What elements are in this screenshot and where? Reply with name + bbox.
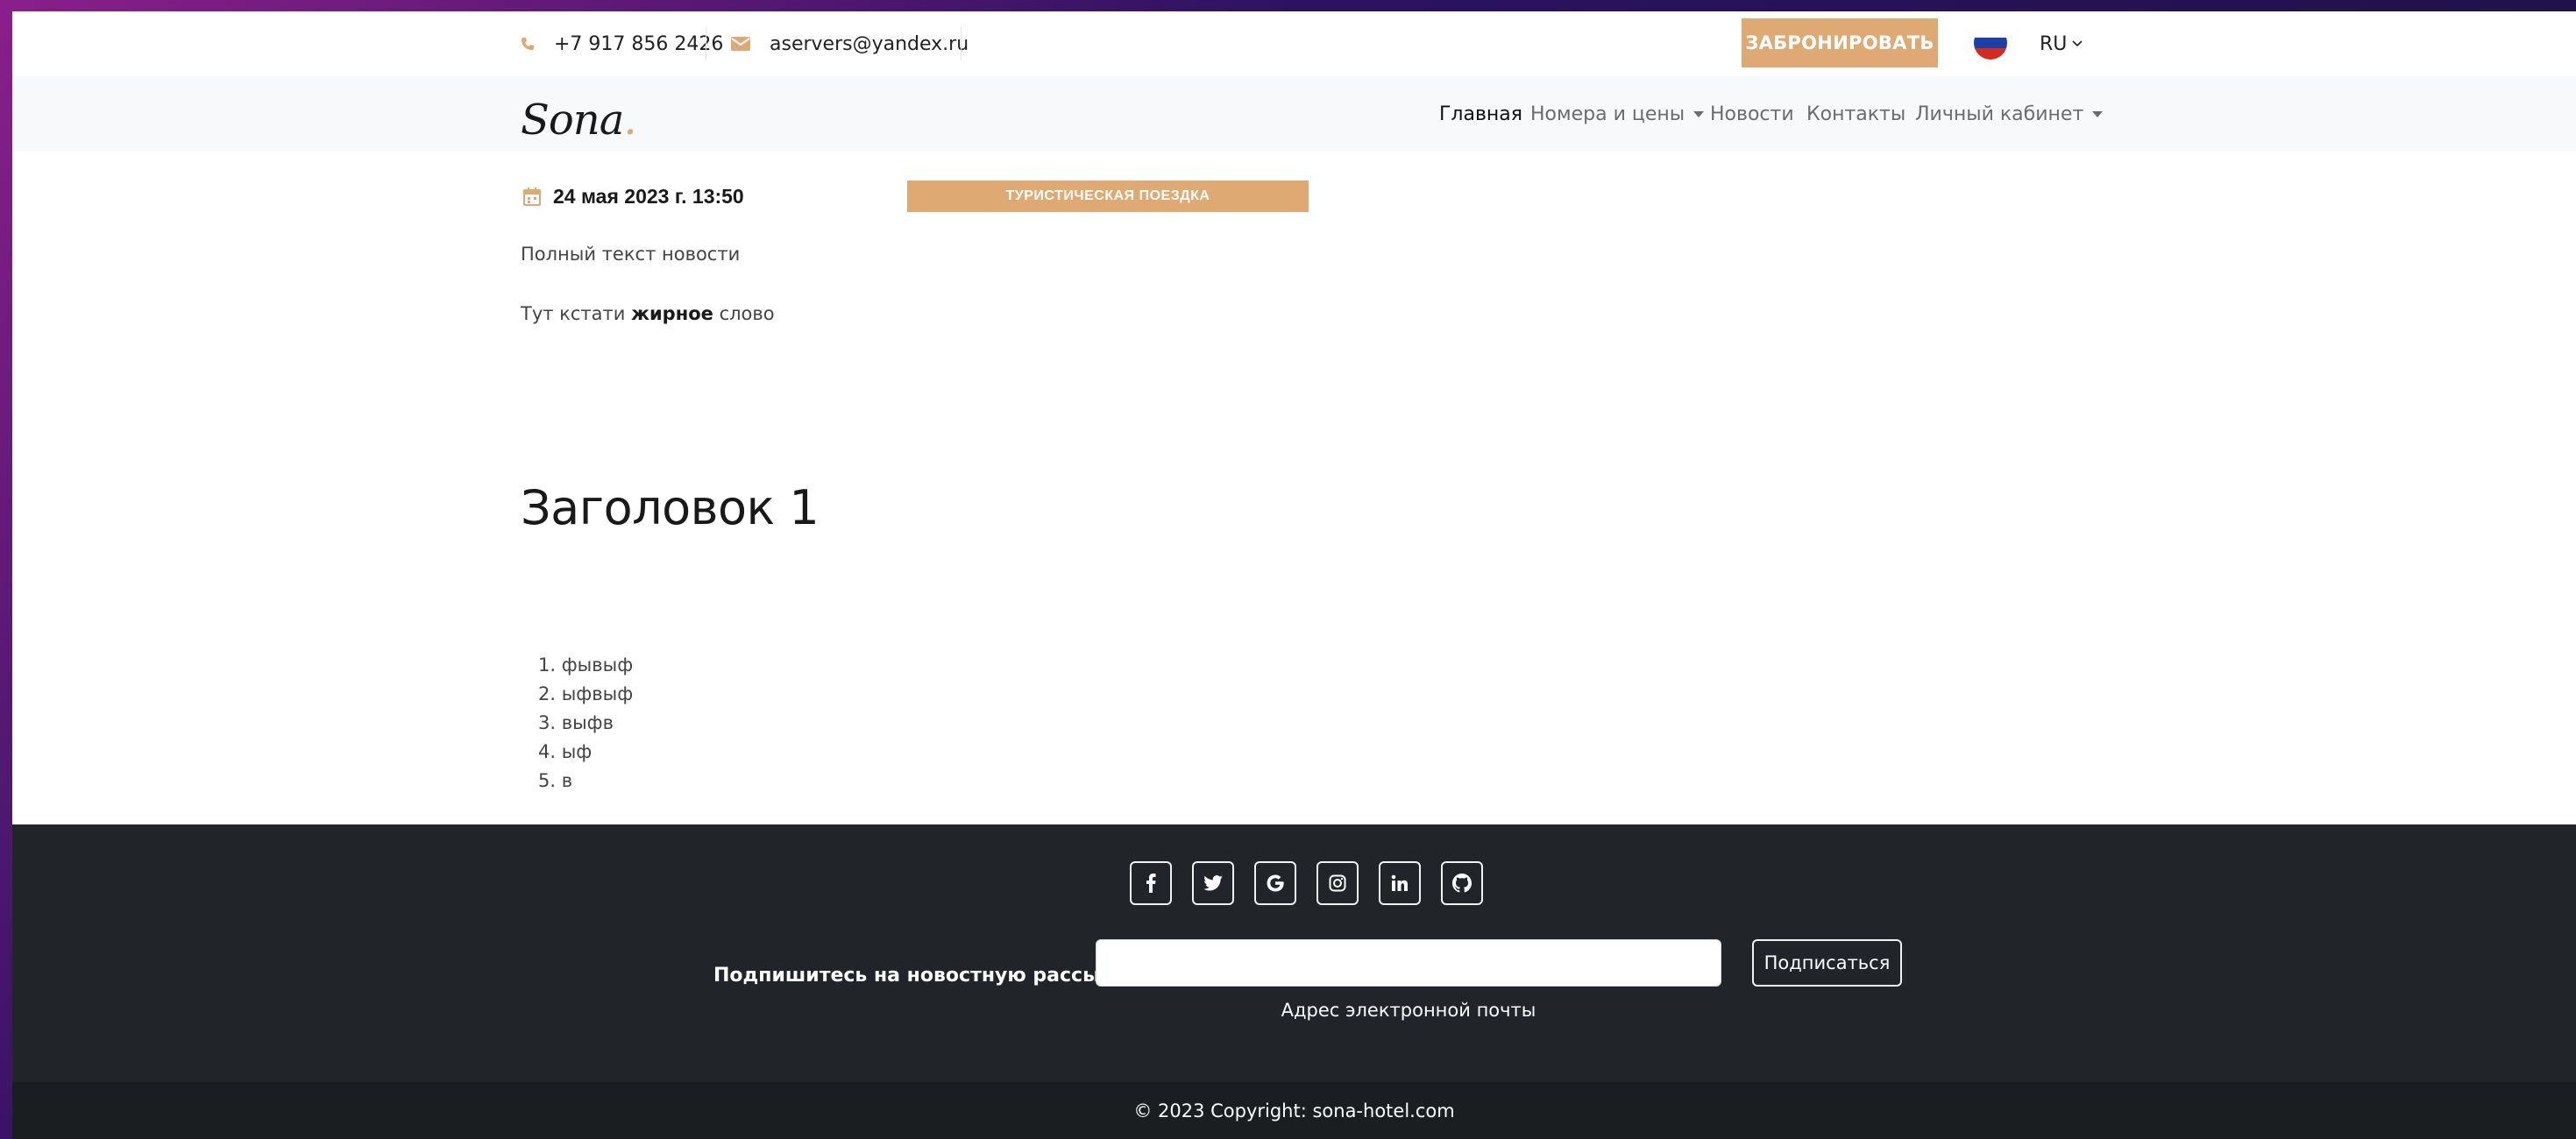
text-part: слово	[713, 303, 775, 324]
nav-rooms-label: Номера и цены	[1530, 103, 1685, 125]
divider	[961, 27, 962, 60]
book-button[interactable]: ЗАБРОНИРОВАТЬ	[1742, 18, 1938, 67]
logo[interactable]: Sona.	[521, 96, 637, 145]
copyright-text: © 2023 Copyright: sona-hotel.com	[1133, 1100, 1455, 1121]
article-paragraph: Полный текст новости	[521, 244, 741, 265]
copyright-bar: © 2023 Copyright: sona-hotel.com	[12, 1082, 2576, 1139]
article-date-text: 24 мая 2023 г. 13:50	[553, 184, 744, 208]
text-part: Тут кстати	[521, 303, 632, 324]
page: +7 917 856 2426 aservers@yandex.ru ЗАБРО…	[12, 11, 2576, 1139]
chevron-down-icon	[2072, 40, 2083, 47]
nav-contacts[interactable]: Контакты	[1806, 76, 1905, 152]
list-item: 4. ыф	[538, 741, 593, 762]
list-item: 2. ыфвыф	[538, 683, 634, 704]
facebook-icon[interactable]	[1130, 861, 1172, 905]
logo-text: Sona	[521, 96, 624, 145]
phone-icon	[521, 37, 535, 51]
twitter-icon[interactable]	[1192, 861, 1234, 905]
email-help-text: Адрес электронной почты	[1281, 1000, 1536, 1021]
caret-down-icon	[2092, 110, 2104, 117]
list-item: 3. выфв	[538, 712, 614, 733]
email-link[interactable]: aservers@yandex.ru	[731, 11, 969, 76]
phone-link[interactable]: +7 917 856 2426	[521, 11, 723, 76]
newsletter-email-input[interactable]	[1096, 939, 1721, 987]
language-label: RU	[2040, 32, 2068, 55]
russia-flag-icon[interactable]	[1974, 26, 2007, 60]
bold-word: жирное	[631, 303, 713, 324]
language-selector[interactable]: RU	[2040, 11, 2083, 76]
nav-news[interactable]: Новости	[1710, 76, 1794, 152]
social-links	[1130, 861, 1503, 905]
nav-account-label: Личный кабинет	[1915, 103, 2084, 125]
article-paragraph-bold: Тут кстати жирное слово	[521, 303, 775, 324]
phone-text: +7 917 856 2426	[554, 32, 724, 55]
article-date: 24 мая 2023 г. 13:50	[523, 180, 744, 212]
nav-rooms-dropdown[interactable]: Номера и цены	[1530, 76, 1705, 152]
list-item: 5. в	[538, 770, 573, 791]
logo-dot: .	[623, 96, 636, 145]
ordered-list: 1. фывыф 2. ыфвыф 3. выфв 4. ыф 5. в	[538, 651, 633, 796]
google-icon[interactable]	[1254, 861, 1296, 905]
newsletter-label: Подпишитесь на новостную рассылку	[713, 964, 1140, 987]
top-bar: +7 917 856 2426 aservers@yandex.ru ЗАБРО…	[12, 11, 2576, 76]
instagram-icon[interactable]	[1316, 861, 1359, 905]
github-icon[interactable]	[1441, 861, 1483, 905]
subscribe-button[interactable]: Подписаться	[1752, 939, 1902, 987]
email-text: aservers@yandex.ru	[770, 32, 969, 55]
envelope-icon	[731, 37, 750, 51]
nav-home[interactable]: Главная	[1439, 76, 1522, 152]
article-heading: Заголовок 1	[521, 480, 820, 535]
nav-account-dropdown[interactable]: Личный кабинет	[1915, 76, 2104, 152]
calendar-icon	[523, 187, 541, 206]
caret-down-icon	[1693, 110, 1705, 117]
navbar: Sona. Главная Номера и цены Новости Конт…	[12, 76, 2576, 152]
category-badge[interactable]: ТУРИСТИЧЕСКАЯ ПОЕЗДКА	[907, 180, 1309, 212]
list-item: 1. фывыф	[538, 654, 634, 676]
linkedin-icon[interactable]	[1379, 861, 1421, 905]
